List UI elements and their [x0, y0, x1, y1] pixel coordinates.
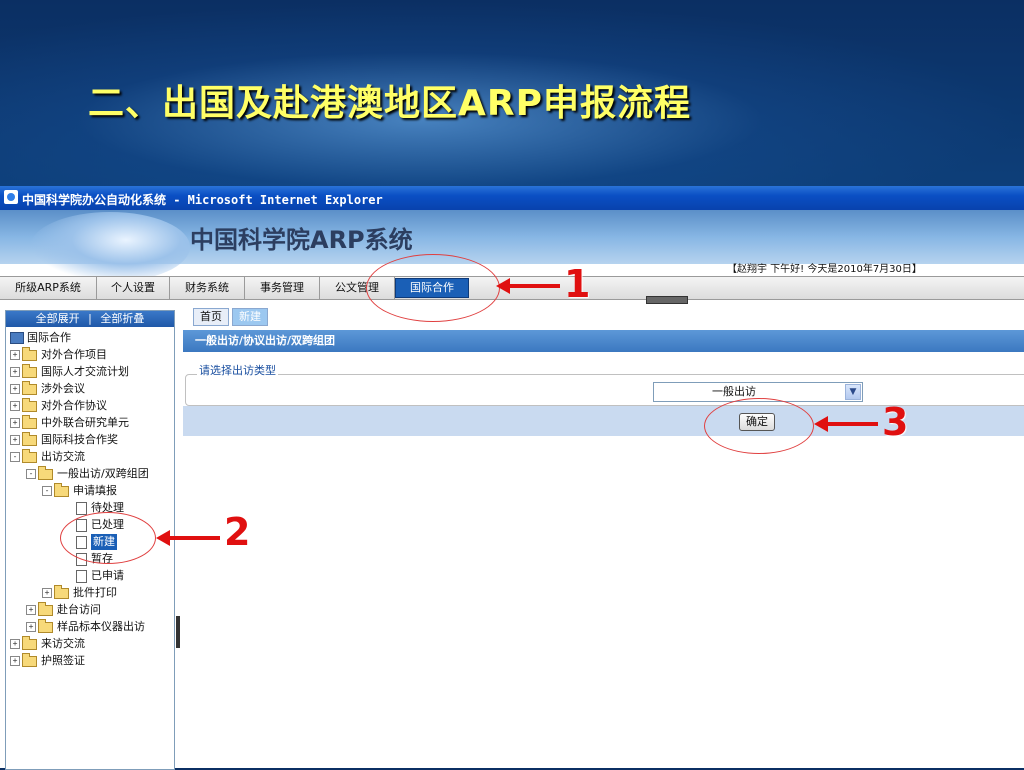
folder-icon: [22, 448, 37, 463]
user-greeting: 【赵翔宇 下午好! 今天是2010年7月30日】: [727, 264, 922, 275]
expand-icon[interactable]: +: [10, 401, 20, 411]
tree-node[interactable]: + 中外联合研究单元: [10, 414, 129, 431]
step-marker-3: 3: [882, 400, 909, 444]
folder-icon: [22, 431, 37, 446]
folder-icon: [22, 397, 37, 412]
expand-icon[interactable]: +: [26, 622, 36, 632]
document-icon: [76, 569, 87, 583]
globe-logo-icon: [30, 212, 190, 282]
folder-icon: [22, 363, 37, 378]
folder-icon: [38, 601, 53, 616]
app-banner: 中国科学院ARP系统: [0, 210, 1024, 282]
step-marker-2: 2: [224, 510, 251, 554]
document-icon: [76, 501, 87, 515]
expand-icon[interactable]: +: [10, 435, 20, 445]
menu-item-finance[interactable]: 财务系统: [170, 277, 245, 299]
menu-item-personal-settings[interactable]: 个人设置: [97, 277, 170, 299]
tree-node[interactable]: + 国际人才交流计划: [10, 363, 129, 380]
expand-icon[interactable]: +: [10, 367, 20, 377]
tree-leaf-applied[interactable]: 已申请: [76, 568, 124, 584]
folder-icon: [22, 635, 37, 650]
expand-icon[interactable]: +: [10, 384, 20, 394]
tree-node[interactable]: + 涉外会议: [10, 380, 85, 397]
tree-node[interactable]: + 对外合作项目: [10, 346, 107, 363]
folder-icon: [54, 482, 69, 497]
slide-title: 二、出国及赴港澳地区ARP申报流程: [88, 83, 691, 124]
tree-node[interactable]: + 赴台访问: [26, 601, 101, 618]
section-title: 一般出访/协议出访/双跨组团: [183, 330, 1024, 352]
app-title: 中国科学院ARP系统: [190, 226, 413, 254]
arrow-left-icon: [814, 416, 878, 432]
tab-new[interactable]: 新建: [232, 308, 268, 326]
expand-icon[interactable]: +: [10, 418, 20, 428]
tree-node[interactable]: + 对外合作协议: [10, 397, 107, 414]
arrow-left-icon: [496, 278, 560, 294]
collapse-icon[interactable]: -: [26, 469, 36, 479]
folder-icon: [22, 652, 37, 667]
expand-icon[interactable]: +: [26, 605, 36, 615]
ie-window: 中国科学院办公自动化系统 - Microsoft Internet Explor…: [0, 186, 1024, 770]
tree-node[interactable]: + 护照签证: [10, 652, 85, 669]
folder-icon: [38, 618, 53, 633]
tab-home[interactable]: 首页: [193, 308, 229, 326]
expand-icon[interactable]: +: [10, 639, 20, 649]
expand-icon[interactable]: +: [10, 656, 20, 666]
tree-node[interactable]: - 出访交流: [10, 448, 85, 465]
tree-header: 全部展开 | 全部折叠: [6, 311, 174, 327]
tree-node[interactable]: - 申请填报: [42, 482, 117, 499]
root-icon: [10, 332, 24, 344]
collapse-icon[interactable]: -: [42, 486, 52, 496]
expand-icon[interactable]: +: [42, 588, 52, 598]
tree-header-separator: |: [88, 312, 92, 325]
content-panel: 首页 新建 一般出访/协议出访/双跨组团 请选择出访类型 一般出访 ▼ 确定: [183, 306, 1024, 768]
ie-titlebar: 中国科学院办公自动化系统 - Microsoft Internet Explor…: [0, 186, 1024, 210]
fieldset-legend: 请选择出访类型: [197, 362, 278, 378]
tree-node[interactable]: + 批件打印: [42, 584, 117, 601]
menu-item-institute-arp[interactable]: 所级ARP系统: [0, 277, 97, 299]
folder-icon: [38, 465, 53, 480]
collapse-icon[interactable]: -: [10, 452, 20, 462]
top-splitter[interactable]: [646, 296, 688, 304]
left-splitter[interactable]: [176, 616, 180, 648]
expand-all-link[interactable]: 全部展开: [36, 312, 80, 325]
menu-item-affairs[interactable]: 事务管理: [245, 277, 320, 299]
callout-circle-3: [704, 398, 814, 454]
chevron-down-icon[interactable]: ▼: [845, 384, 861, 400]
folder-icon: [54, 584, 69, 599]
ie-icon: [4, 190, 18, 204]
tree-node[interactable]: + 来访交流: [10, 635, 85, 652]
tree-node[interactable]: + 国际科技合作奖: [10, 431, 118, 448]
callout-circle-1: [366, 254, 500, 322]
callout-circle-2: [60, 512, 156, 564]
collapse-all-link[interactable]: 全部折叠: [100, 312, 144, 325]
tree-root[interactable]: 国际合作: [10, 330, 71, 346]
expand-icon[interactable]: +: [10, 350, 20, 360]
folder-icon: [22, 414, 37, 429]
tree-node[interactable]: - 一般出访/双跨组团: [26, 465, 149, 482]
window-title: 中国科学院办公自动化系统 - Microsoft Internet Explor…: [22, 193, 383, 207]
arrow-left-icon: [156, 530, 220, 546]
tree-node[interactable]: + 样品标本仪器出访: [26, 618, 145, 635]
folder-icon: [22, 380, 37, 395]
folder-icon: [22, 346, 37, 361]
step-marker-1: 1: [564, 262, 591, 306]
